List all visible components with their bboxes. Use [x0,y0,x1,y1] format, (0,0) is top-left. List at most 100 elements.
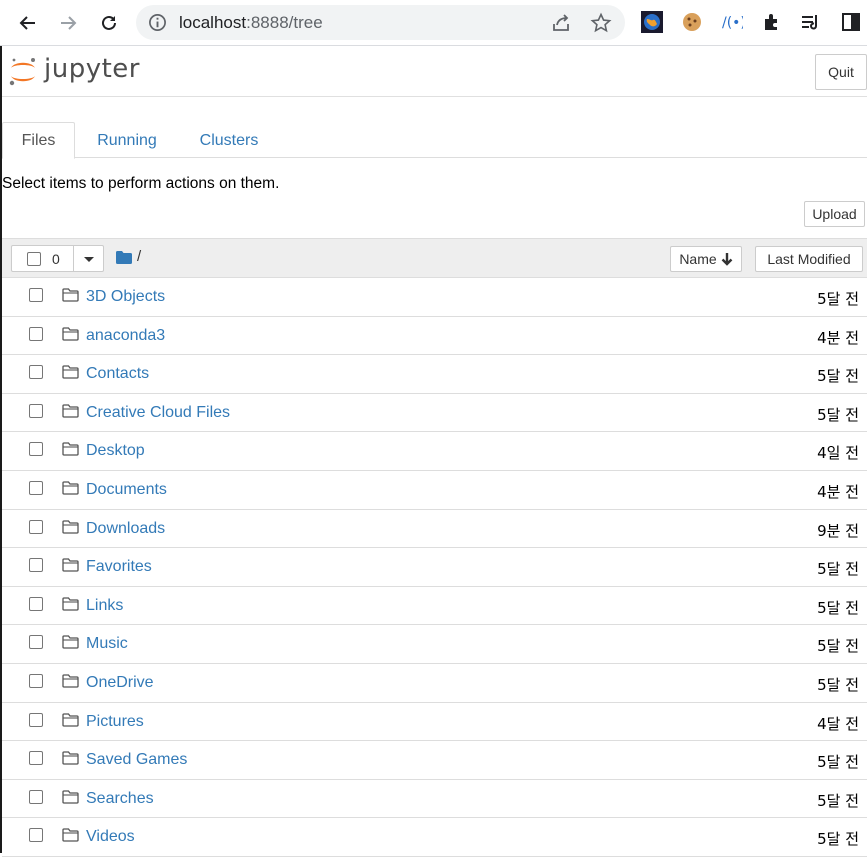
list-item[interactable]: Links 5달 전 [2,587,867,626]
sort-name-label: Name [679,251,717,267]
bookmark-star-icon[interactable] [590,12,612,34]
folder-icon [62,365,79,379]
folder-icon [62,481,79,495]
tab-files[interactable]: Files [2,122,75,159]
item-checkbox[interactable] [29,519,43,534]
quit-button[interactable]: Quit [815,54,867,90]
list-item[interactable]: anaconda3 4분 전 [2,317,867,356]
item-name-link[interactable]: Saved Games [86,751,187,769]
folder-icon [62,326,79,341]
item-modified-time: 4분 전 [817,328,859,347]
list-item[interactable]: Pictures 4달 전 [2,703,867,742]
folder-icon [62,712,79,727]
item-modified-time: 5달 전 [817,830,859,849]
folder-icon [62,442,79,457]
forward-button[interactable] [53,8,83,38]
item-modified-time: 4달 전 [817,714,859,733]
extension-globe-icon[interactable] [641,11,663,33]
item-checkbox[interactable] [29,442,43,457]
arrow-left-icon [19,16,35,30]
address-bar[interactable]: localhost:8888/tree [136,5,625,40]
item-checkbox[interactable] [29,326,43,341]
cookie-icon[interactable] [681,11,703,33]
list-item[interactable]: Contacts 5달 전 [2,355,867,394]
sort-by-name-button[interactable]: Name [670,246,742,272]
list-item[interactable]: Favorites 5달 전 [2,548,867,587]
item-checkbox[interactable] [29,596,43,611]
item-checkbox[interactable] [29,403,43,418]
item-checkbox[interactable] [29,673,43,688]
item-modified-time: 5달 전 [817,405,859,424]
sort-by-modified-button[interactable]: Last Modified [755,246,863,272]
item-name-link[interactable]: Desktop [86,442,145,460]
item-name-link[interactable]: Documents [86,481,167,499]
folder-icon [62,790,79,804]
item-modified-time: 4분 전 [817,482,859,501]
upload-button[interactable]: Upload [804,201,865,227]
tab-bar: Files Running Clusters [2,122,867,159]
item-modified-time: 5달 전 [817,598,859,617]
item-checkbox[interactable] [29,558,43,573]
svg-text:/(•): /(•) [722,15,743,31]
list-item[interactable]: 3D Objects 5달 전 [2,278,867,317]
folder-icon [62,597,79,611]
list-item[interactable]: Searches 5달 전 [2,780,867,819]
list-item[interactable]: Downloads 9분 전 [2,510,867,549]
select-all-checkbox[interactable] [27,252,41,266]
folder-icon [62,519,79,534]
item-modified-time: 5달 전 [817,791,859,810]
side-panel-icon[interactable] [840,11,862,33]
item-name-link[interactable]: Pictures [86,713,144,731]
item-modified-time: 5달 전 [817,637,859,656]
item-checkbox[interactable] [29,712,43,727]
folder-icon [62,828,79,842]
list-item[interactable]: Creative Cloud Files 5달 전 [2,394,867,433]
item-name-link[interactable]: Creative Cloud Files [86,404,230,422]
url-text: localhost:8888/tree [179,13,323,32]
jupyter-logo-icon [9,58,35,86]
item-modified-time: 5달 전 [817,367,859,386]
item-checkbox[interactable] [29,480,43,495]
reading-list-icon[interactable] [800,11,822,33]
list-item[interactable]: OneDrive 5달 전 [2,664,867,703]
item-name-link[interactable]: 3D Objects [86,288,165,306]
item-checkbox[interactable] [29,365,43,380]
item-name-link[interactable]: Contacts [86,365,149,383]
item-name-link[interactable]: OneDrive [86,674,154,692]
item-name-link[interactable]: Links [86,597,123,615]
folder-filled-icon[interactable] [116,251,132,264]
item-checkbox[interactable] [29,828,43,843]
item-checkbox[interactable] [29,635,43,650]
select-all-group: 0 [11,245,104,272]
breadcrumb-root[interactable]: / [137,248,141,265]
item-name-link[interactable]: Downloads [86,520,165,538]
list-item[interactable]: Saved Games 5달 전 [2,741,867,780]
item-checkbox[interactable] [29,789,43,804]
item-modified-time: 5달 전 [817,560,859,579]
reload-button[interactable] [94,8,124,38]
item-checkbox[interactable] [29,288,43,302]
item-name-link[interactable]: Favorites [86,558,152,576]
react-devtools-icon[interactable]: /(•) [721,11,743,33]
item-modified-time: 5달 전 [817,753,859,772]
tab-clusters[interactable]: Clusters [186,122,272,159]
jupyter-header: jupyter Quit [2,46,867,97]
list-item[interactable]: Music 5달 전 [2,625,867,664]
list-item[interactable]: Videos 5달 전 [2,818,867,857]
item-name-link[interactable]: Music [86,635,128,653]
item-modified-time: 9분 전 [817,521,859,540]
item-name-link[interactable]: Searches [86,790,154,808]
item-checkbox[interactable] [29,751,43,766]
back-button[interactable] [13,8,43,38]
item-name-link[interactable]: Videos [86,828,135,846]
folder-icon [62,635,79,649]
list-item[interactable]: Desktop 4일 전 [2,432,867,471]
caret-down-icon[interactable] [84,257,94,262]
jupyter-wordmark: jupyter [44,54,140,84]
tab-running[interactable]: Running [82,122,172,159]
share-icon[interactable] [550,12,572,34]
list-item[interactable]: Documents 4분 전 [2,471,867,510]
item-name-link[interactable]: anaconda3 [86,327,165,345]
item-modified-time: 4일 전 [817,444,859,463]
extensions-puzzle-icon[interactable] [761,11,783,33]
